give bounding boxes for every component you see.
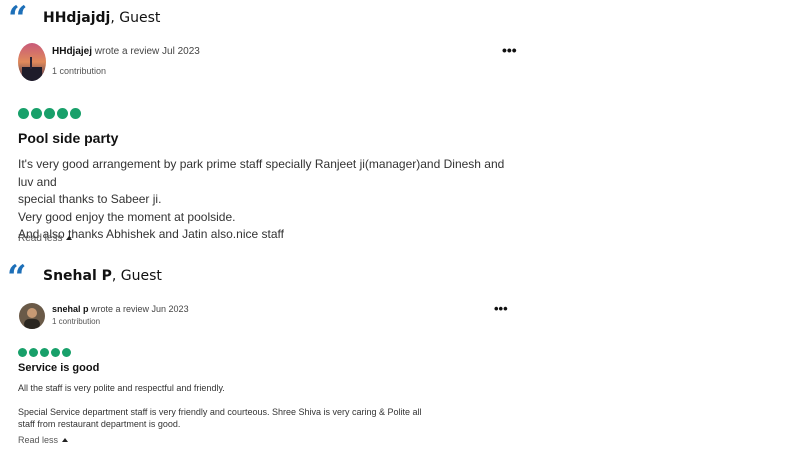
review-body-line: It's very good arrangement by park prime… xyxy=(18,157,505,189)
rating-bubble xyxy=(18,108,29,119)
rating-bubble xyxy=(51,348,60,357)
review-body-line: special thanks to Sabeer ji. xyxy=(18,192,162,206)
review-date: wrote a review Jul 2023 xyxy=(92,46,200,57)
review-body-line: All the staff is very polite and respect… xyxy=(18,383,225,393)
review-body-line: And also thanks Abhishek and Jatin also.… xyxy=(18,227,284,241)
read-less-label: Read less xyxy=(18,233,63,244)
review-date: wrote a review Jun 2023 xyxy=(88,304,189,314)
reviewer-line: snehal p wrote a review Jun 2023 xyxy=(52,304,189,314)
review-body: All the staff is very polite and respect… xyxy=(18,382,518,430)
more-options-icon[interactable]: ••• xyxy=(502,42,517,58)
guest-suffix: , Guest xyxy=(111,268,162,284)
review-body-line: Very good enjoy the moment at poolside. xyxy=(18,209,236,224)
rating-bubble xyxy=(29,348,38,357)
quote-icon: “ xyxy=(7,258,27,298)
rating-bubble xyxy=(62,348,71,357)
review-body-line: staff from restaurant department is good… xyxy=(18,419,181,429)
contribution-count: 1 contribution xyxy=(52,317,101,326)
rating-bubble xyxy=(31,108,42,119)
read-less-link[interactable]: Read less xyxy=(18,435,69,445)
guest-heading: Snehal P, Guest xyxy=(43,268,162,284)
rating-bubble xyxy=(44,108,55,119)
avatar[interactable] xyxy=(19,303,45,329)
reviewer-line: HHdjajej wrote a review Jul 2023 xyxy=(52,46,200,57)
rating-bubbles xyxy=(18,108,81,119)
reviewer-name[interactable]: snehal p xyxy=(52,304,89,314)
reviewer-name[interactable]: HHdjajej xyxy=(52,46,92,57)
rating-bubble xyxy=(70,108,81,119)
review-body: It's very good arrangement by park prime… xyxy=(18,156,518,244)
read-less-label: Read less xyxy=(18,435,59,445)
rating-bubble xyxy=(40,348,49,357)
guest-name: HHdjajdj xyxy=(43,10,111,26)
guest-name: Snehal P xyxy=(43,268,112,284)
review-body-line xyxy=(18,394,518,406)
review-title[interactable]: Pool side party xyxy=(18,130,118,146)
quote-icon: “ xyxy=(8,0,28,39)
caret-up-icon xyxy=(66,236,73,240)
guest-suffix: , Guest xyxy=(110,10,161,26)
rating-bubble xyxy=(57,108,68,119)
rating-bubble xyxy=(18,348,27,357)
rating-bubbles xyxy=(18,348,71,357)
avatar[interactable] xyxy=(18,43,46,81)
review-body-line: Special Service department staff is very… xyxy=(18,407,422,417)
contribution-count: 1 contribution xyxy=(52,66,107,76)
read-less-link[interactable]: Read less xyxy=(18,233,73,244)
more-options-icon[interactable]: ••• xyxy=(494,301,508,316)
caret-up-icon xyxy=(62,438,69,442)
guest-heading: HHdjajdj, Guest xyxy=(43,10,160,26)
review-title[interactable]: Service is good xyxy=(18,362,99,374)
